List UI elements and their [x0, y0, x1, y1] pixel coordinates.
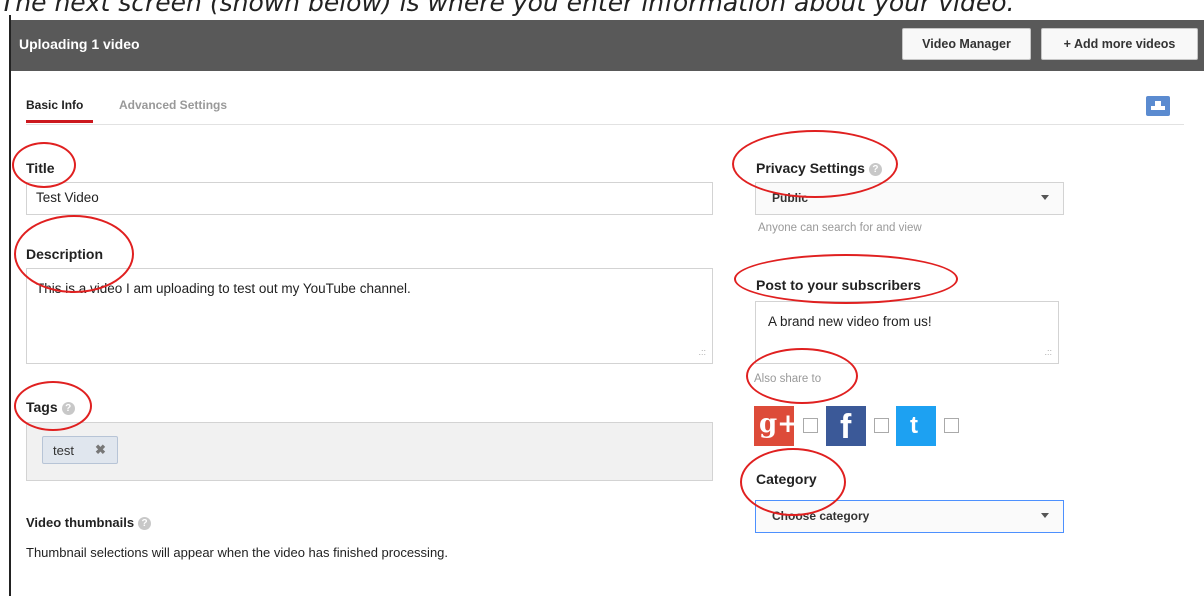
tags-label: Tags? — [26, 399, 75, 415]
description-textarea[interactable]: This is a video I am uploading to test o… — [26, 268, 713, 364]
privacy-label: Privacy Settings? — [756, 160, 882, 176]
thumbnails-label: Video thumbnails? — [26, 515, 152, 531]
google-plus-glyph: g+ — [759, 409, 799, 439]
google-plus-icon[interactable]: g+ — [754, 406, 799, 446]
category-label: Category — [756, 471, 817, 487]
tags-label-text: Tags — [26, 399, 58, 415]
tab-basic-info[interactable]: Basic Info — [26, 98, 83, 112]
upload-title: Uploading 1 video — [19, 36, 140, 52]
subscribers-message-value: A brand new video from us! — [768, 314, 932, 329]
thumbnails-message: Thumbnail selections will appear when th… — [26, 545, 449, 560]
subscribers-message-textarea[interactable]: A brand new video from us! .:: — [755, 301, 1059, 364]
privacy-hint: Anyone can search for and view — [758, 222, 922, 234]
chevron-down-icon — [1041, 513, 1049, 518]
tag-chip-label: test — [53, 443, 74, 458]
twitter-checkbox[interactable] — [944, 418, 959, 433]
x-icon[interactable]: ✖ — [95, 442, 106, 458]
privacy-label-text: Privacy Settings — [756, 160, 865, 176]
thumbnails-label-text: Video thumbnails — [26, 515, 135, 530]
help-icon[interactable]: ? — [138, 517, 152, 531]
twitter-icon[interactable]: t — [896, 406, 936, 446]
page-caption: The next screen (shown below) is where y… — [0, 0, 1015, 16]
title-label: Title — [26, 160, 55, 176]
twitter-glyph: t — [910, 412, 918, 439]
privacy-select[interactable]: Public — [755, 182, 1064, 215]
tag-chip: test ✖ — [42, 436, 118, 464]
help-icon[interactable]: ? — [868, 162, 882, 176]
title-input-value: Test Video — [36, 190, 99, 205]
facebook-checkbox[interactable] — [874, 418, 889, 433]
tab-advanced-settings[interactable]: Advanced Settings — [119, 98, 227, 112]
description-value: This is a video I am uploading to test o… — [36, 281, 411, 296]
resize-handle-icon[interactable]: .:: — [1044, 347, 1052, 357]
title-input[interactable]: Test Video — [26, 182, 713, 215]
facebook-icon[interactable]: f — [826, 406, 866, 446]
share-label: Also share to — [754, 373, 822, 385]
tab-divider — [26, 124, 1184, 125]
chevron-down-icon — [1041, 195, 1049, 200]
description-label: Description — [26, 246, 104, 262]
video-manager-button[interactable]: Video Manager — [902, 28, 1031, 60]
active-tab-indicator — [26, 120, 93, 123]
privacy-select-value: Public — [772, 191, 809, 205]
category-select[interactable]: Choose category — [755, 500, 1064, 533]
subscribers-label: Post to your subscribers — [756, 277, 921, 293]
google-plus-checkbox[interactable] — [803, 418, 818, 433]
category-select-value: Choose category — [772, 509, 870, 523]
add-more-videos-button[interactable]: + Add more videos — [1041, 28, 1198, 60]
tags-input[interactable] — [26, 422, 713, 481]
help-icon[interactable]: ? — [61, 401, 75, 415]
upload-icon[interactable] — [1146, 96, 1170, 116]
resize-handle-icon[interactable]: .:: — [698, 347, 706, 357]
facebook-glyph: f — [840, 408, 852, 446]
upload-header: Uploading 1 video Video Manager + Add mo… — [11, 20, 1204, 71]
